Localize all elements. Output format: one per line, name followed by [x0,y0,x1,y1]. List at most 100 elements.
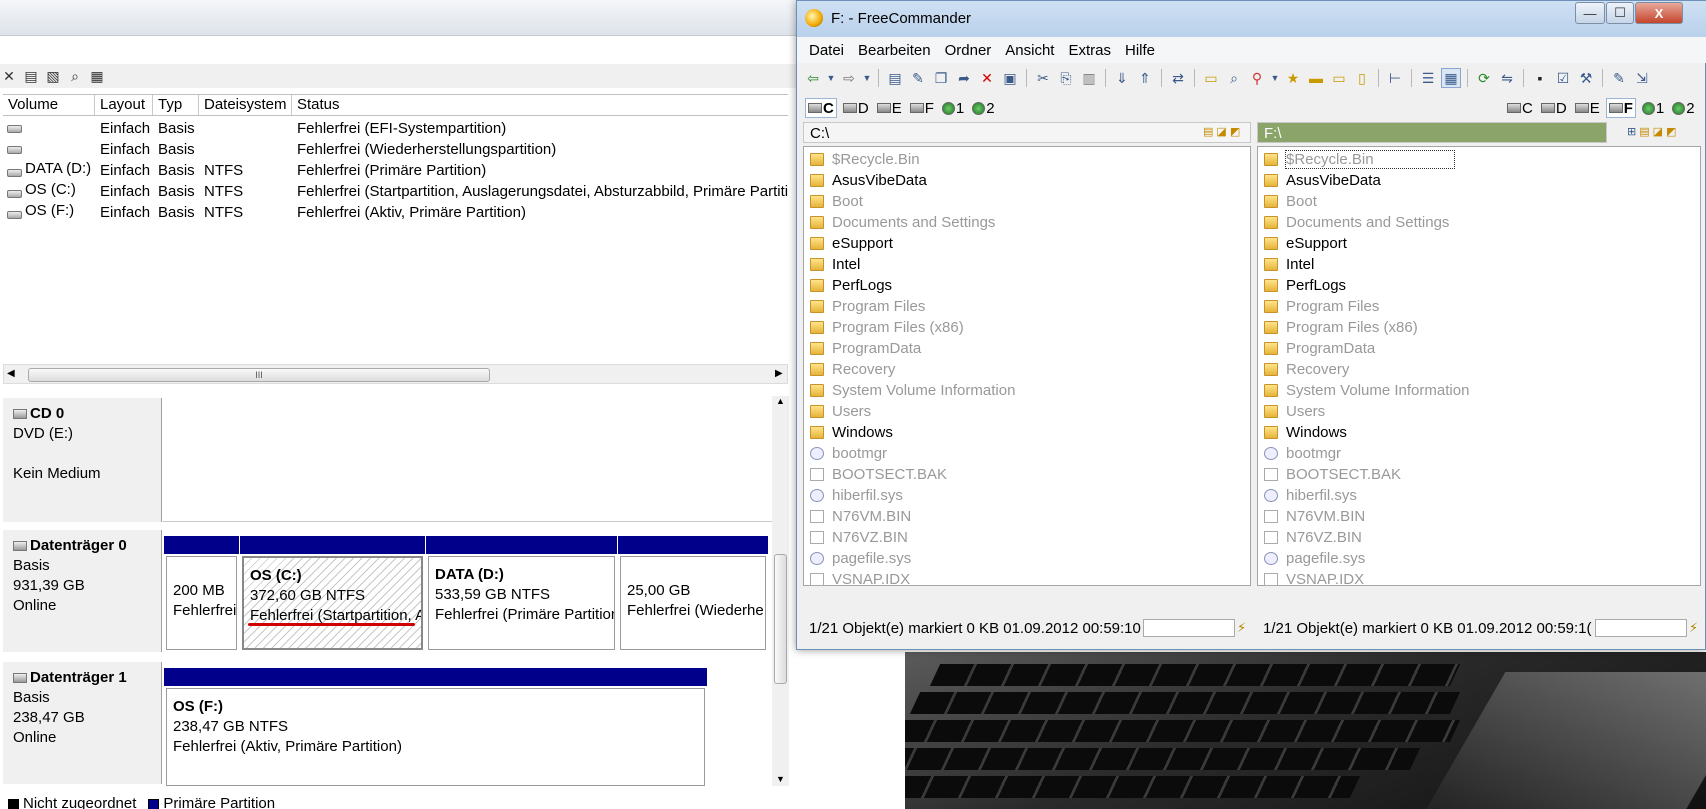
list-item[interactable]: eSupport [804,233,1250,254]
properties-icon[interactable]: ▤ [22,67,40,85]
col-typ[interactable]: Typ [153,95,199,115]
forward-arrow-icon[interactable]: ⇨ [839,68,859,88]
list-item[interactable]: N76VZ.BIN [1258,527,1700,548]
menu-ansicht[interactable]: Ansicht [1005,42,1054,59]
list-item[interactable]: VSNAP.IDX [1258,569,1700,590]
list-item[interactable]: bootmgr [804,443,1250,464]
table-row[interactable]: Einfach Basis Fehlerfrei (Wiederherstell… [3,139,788,160]
menu-datei[interactable]: Datei [809,42,844,59]
list-item[interactable]: PerfLogs [1258,275,1700,296]
menu-bearbeiten[interactable]: Bearbeiten [858,42,931,59]
list-item[interactable]: bootmgr [1258,443,1700,464]
list-item[interactable]: pagefile.sys [804,548,1250,569]
freecommander-app-icon[interactable] [805,9,823,27]
right-path-bar[interactable]: F:\ [1257,122,1607,143]
paste-icon[interactable]: ▥ [1079,68,1099,88]
scroll-right-icon[interactable]: ▶ [775,368,783,379]
table-row[interactable]: Einfach Basis Fehlerfrei (EFI-Systempart… [3,118,788,139]
cd0-label[interactable]: CD 0 DVD (E:) Kein Medium [3,398,162,522]
compare-icon[interactable]: ⇄ [1168,68,1188,88]
table-row[interactable]: OS (F:) Einfach Basis NTFS Fehlerfrei (A… [3,202,788,223]
list-item[interactable]: Documents and Settings [1258,212,1700,233]
drive-d-button[interactable]: D [1539,98,1569,118]
col-volume[interactable]: Volume [3,95,95,115]
list-item[interactable]: N76VM.BIN [1258,506,1700,527]
exit-icon[interactable]: ⇲ [1632,68,1652,88]
scroll-left-icon[interactable]: ◀ [7,368,15,379]
list-item[interactable]: Program Files (x86) [1258,317,1700,338]
table-row[interactable]: OS (C:) Einfach Basis NTFS Fehlerfrei (S… [3,181,788,202]
drive-f-button[interactable]: F [908,98,936,118]
list-item[interactable]: ProgramData [1258,338,1700,359]
list-item[interactable]: BOOTSECT.BAK [1258,464,1700,485]
list-item[interactable]: VSNAP.IDX [804,569,1250,590]
scroll-thumb[interactable] [774,554,787,684]
find-icon[interactable]: ⌕ [1224,68,1244,88]
disk0-label[interactable]: Datenträger 0 Basis 931,39 GB Online [3,530,162,652]
delete-icon[interactable]: ✕ [977,68,997,88]
list-item[interactable]: hiberfil.sys [804,485,1250,506]
list-item[interactable]: System Volume Information [804,380,1250,401]
close-icon[interactable]: ✕ [0,67,18,85]
quick-filter-input[interactable] [1143,619,1235,637]
list-item[interactable]: Intel [1258,254,1700,275]
details-view-icon[interactable]: ☰ [1418,68,1438,88]
network-2-button[interactable]: 2 [970,98,996,118]
refresh-icon[interactable]: ⟳ [1474,68,1494,88]
menu-hilfe[interactable]: Hilfe [1125,42,1155,59]
maximize-button[interactable]: ☐ [1606,2,1634,24]
sync-icon[interactable]: ⊞ [1627,125,1636,138]
partition-efi[interactable]: 200 MB Fehlerfrei [164,536,239,652]
copy-file-icon[interactable]: ❐ [931,68,951,88]
rename-icon[interactable]: ▣ [1000,68,1020,88]
vertical-scrollbar[interactable]: ▲ ▼ [772,396,789,786]
list-item[interactable]: N76VZ.BIN [804,527,1250,548]
properties-icon[interactable]: ✎ [1609,68,1629,88]
history-icon[interactable]: ▤ [1203,125,1213,138]
list-item[interactable]: Boot [804,191,1250,212]
partition-recovery[interactable]: 25,00 GB Fehlerfrei (Wiederhe [618,536,768,652]
freecommander-titlebar[interactable]: F: - FreeCommander — ☐ X [797,1,1706,37]
list-item[interactable]: Windows [1258,422,1700,443]
disk1-label[interactable]: Datenträger 1 Basis 238,47 GB Online [3,662,162,784]
menu-ordner[interactable]: Ordner [945,42,992,59]
cut-icon[interactable]: ✂ [1033,68,1053,88]
drive-e-button[interactable]: E [1573,98,1602,118]
drive-c-button[interactable]: C [1505,98,1535,118]
minimize-button[interactable]: — [1575,2,1605,24]
col-layout[interactable]: Layout [95,95,153,115]
favorites-folder-icon[interactable]: ◩ [1230,125,1240,138]
list-item[interactable]: Program Files [1258,296,1700,317]
scroll-thumb[interactable]: III [28,368,490,382]
list-item[interactable]: Intel [804,254,1250,275]
left-file-list[interactable]: $Recycle.Bin AsusVibeData Boot Documents an… [803,146,1251,588]
list-item[interactable]: Boot [1258,191,1700,212]
tools-icon[interactable]: ⚒ [1576,68,1596,88]
list-item[interactable]: Documents and Settings [804,212,1250,233]
horizontal-scrollbar[interactable]: ◀ III ▶ [3,364,788,384]
open-folder-icon[interactable]: ▧ [44,67,62,85]
search-icon[interactable]: ⌕ [66,67,84,85]
drive-d-button[interactable]: D [841,98,871,118]
dos-prompt-icon[interactable]: ▪ [1530,68,1550,88]
list-item[interactable]: Users [804,401,1250,422]
right-file-list[interactable]: $Recycle.Bin AsusVibeData Boot Documents an… [1257,146,1701,588]
drive-f-button[interactable]: F [1605,98,1636,118]
folder-up-icon[interactable]: ◪ [1653,125,1663,138]
settings-icon[interactable]: ☑ [1553,68,1573,88]
folder-sync-icon[interactable]: ▯ [1352,68,1372,88]
quick-filter-input[interactable] [1595,619,1687,637]
pack-icon[interactable]: ⇓ [1112,68,1132,88]
list-item[interactable]: Program Files [804,296,1250,317]
network-1-button[interactable]: 1 [940,98,966,118]
partition-os-c[interactable]: OS (C:) 372,60 GB NTFS Fehlerfrei (Start… [240,536,425,652]
filter-icon[interactable]: ⚡ [1237,620,1246,636]
chevron-down-icon[interactable]: ▼ [1270,68,1280,88]
list-item[interactable]: BOOTSECT.BAK [804,464,1250,485]
left-path-bar[interactable]: C:\ [803,122,1251,143]
list-item[interactable]: Windows [804,422,1250,443]
help-icon[interactable]: ▦ [88,67,106,85]
list-item[interactable]: Program Files (x86) [804,317,1250,338]
table-row[interactable]: DATA (D:) Einfach Basis NTFS Fehlerfrei … [3,160,788,181]
list-item[interactable]: System Volume Information [1258,380,1700,401]
